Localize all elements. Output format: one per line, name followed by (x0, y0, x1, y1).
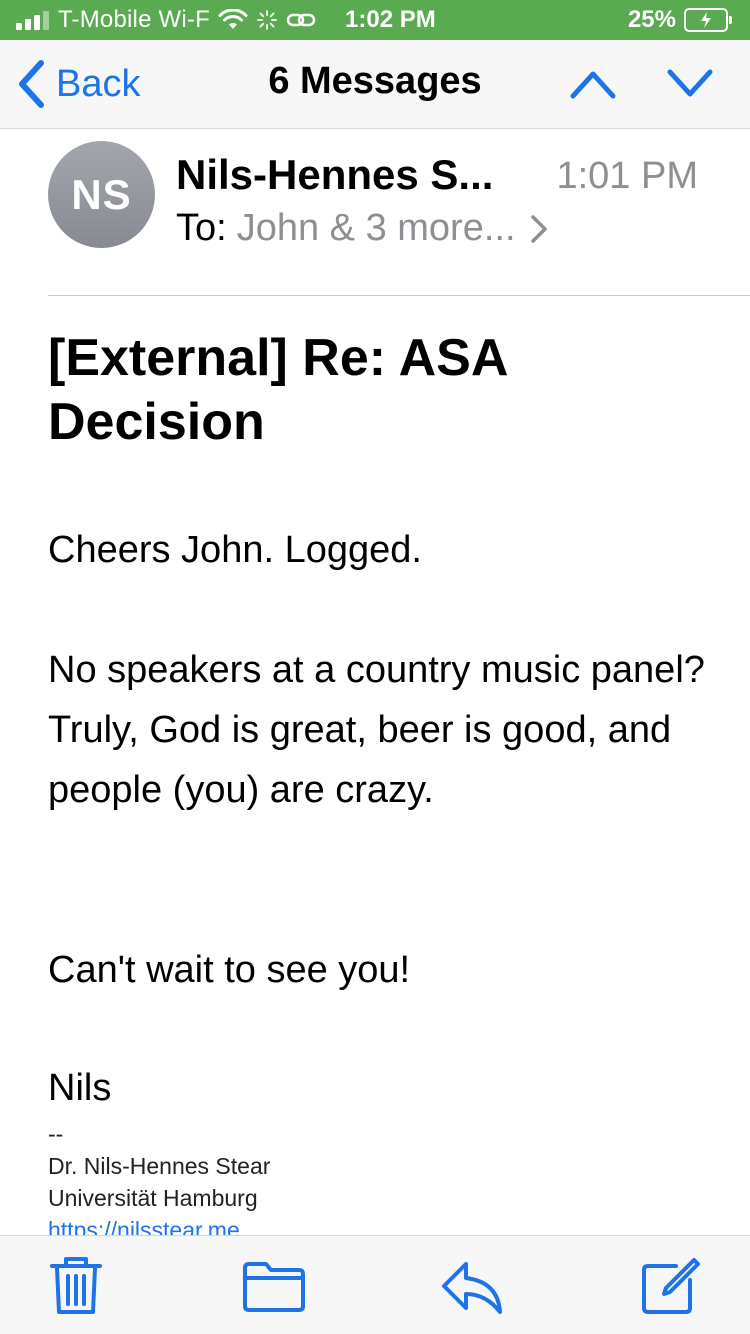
activity-icon (256, 10, 277, 30)
nav-title: 6 Messages (268, 60, 482, 102)
navigation-bar: Back 6 Messages (0, 40, 750, 129)
back-label: Back (56, 62, 141, 105)
mail-message-screen: T-Mobile Wi-F 1:02 PM 25% Back 6 Message… (0, 0, 750, 1334)
signature-name: Dr. Nils-Hennes Stear (48, 1153, 271, 1179)
chevron-right-icon (530, 214, 547, 243)
body-paragraph: Nils (48, 1067, 112, 1109)
signature-affiliation: Universität Hamburg (48, 1185, 258, 1211)
signature-separator: -- (48, 1121, 64, 1147)
bottom-toolbar (0, 1235, 750, 1334)
battery-charging-icon (684, 8, 732, 32)
sender-name[interactable]: Nils-Hennes S... (176, 151, 493, 199)
carrier-label: T-Mobile Wi-F (58, 6, 210, 33)
body-paragraph: Can't wait to see you! (48, 949, 411, 991)
body-paragraph: Cheers John. Logged. (48, 529, 422, 571)
status-left: T-Mobile Wi-F (16, 0, 316, 40)
move-to-folder-button[interactable] (242, 1254, 306, 1318)
status-bar: T-Mobile Wi-F 1:02 PM 25% (0, 0, 750, 40)
status-right: 25% (627, 0, 732, 40)
recipients-value: John & 3 more... (236, 207, 516, 249)
chevron-down-icon (667, 69, 713, 97)
status-time: 1:02 PM (345, 6, 436, 33)
compose-button[interactable] (638, 1254, 702, 1318)
recipients-row[interactable]: To: John & 3 more... (176, 207, 548, 250)
header-divider (48, 295, 750, 296)
back-button[interactable]: Back (16, 54, 140, 114)
trash-icon (50, 1257, 102, 1314)
message-subject: [External] Re: ASA Decision (48, 329, 507, 451)
battery-percent: 25% (627, 6, 676, 33)
reply-icon (442, 1262, 502, 1314)
compose-icon (642, 1258, 700, 1314)
status-center: 1:02 PM (345, 0, 436, 40)
body-paragraph: No speakers at a country music panel? Tr… (48, 649, 705, 811)
chevron-left-icon (19, 60, 44, 108)
next-message-button[interactable] (664, 64, 716, 104)
trash-button[interactable] (44, 1254, 108, 1318)
link-icon (286, 13, 316, 27)
message-time: 1:01 PM (556, 155, 698, 197)
folder-icon (243, 1262, 305, 1312)
reply-button[interactable] (440, 1254, 504, 1318)
previous-message-button[interactable] (567, 64, 619, 104)
chevron-up-icon (570, 71, 616, 99)
wifi-icon (218, 9, 248, 29)
avatar[interactable]: NS (48, 141, 155, 248)
signal-icon (16, 11, 49, 30)
message-header: NS Nils-Hennes S... 1:01 PM To: John & 3… (0, 129, 750, 296)
to-label: To: (176, 207, 227, 249)
